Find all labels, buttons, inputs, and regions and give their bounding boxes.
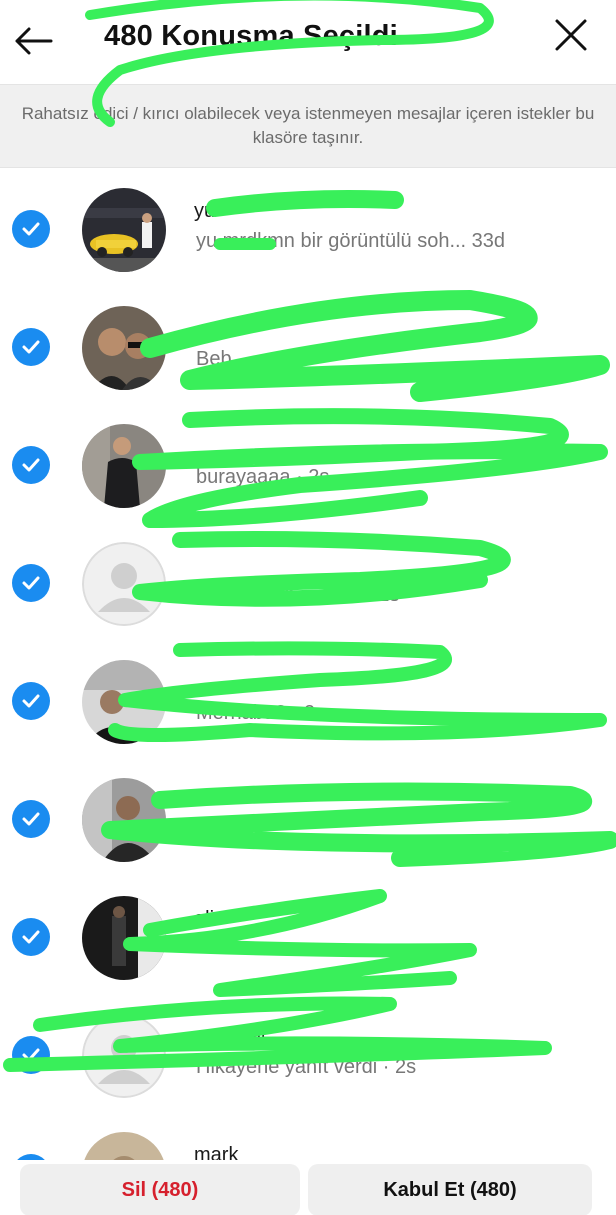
list-item[interactable]: Hadi cevap ver aw · 2s — [0, 524, 616, 642]
accept-button[interactable]: Kabul Et (480) — [308, 1164, 592, 1215]
default-avatar-icon — [82, 542, 166, 626]
selected-check[interactable] — [12, 682, 50, 720]
list-item[interactable] — [0, 760, 616, 878]
page-title: 480 Konuşma Seçildi — [104, 20, 398, 52]
conversation-preview: burayaaaa · 2s — [196, 466, 330, 488]
conversation-name: mehmet — [194, 1026, 267, 1048]
avatar — [82, 424, 166, 508]
list-item[interactable]: Beb — [0, 288, 616, 406]
close-button[interactable] — [548, 12, 594, 58]
back-button[interactable] — [10, 18, 56, 64]
list-item[interactable]: mark — [0, 1114, 616, 1160]
selected-check[interactable] — [12, 328, 50, 366]
check-icon — [22, 576, 40, 590]
arrow-left-icon — [15, 27, 53, 55]
check-icon — [22, 340, 40, 354]
list-item[interactable]: yu yu mrdkmn bir görüntülü soh... 33d — [0, 170, 616, 288]
info-banner-text: Rahatsız edici / kırıcı olabilecek veya … — [21, 104, 595, 147]
list-item[interactable]: mehmet Hikayene yanıt verdi · 2s — [0, 996, 616, 1114]
header-bar: 480 Konuşma Seçildi — [0, 0, 616, 78]
delete-button[interactable]: Sil (480) — [20, 1164, 300, 1215]
bottom-action-bar: Sil (480) Kabul Et (480) — [0, 1160, 616, 1215]
check-icon — [22, 222, 40, 236]
selected-check[interactable] — [12, 1036, 50, 1074]
check-icon — [22, 1048, 40, 1062]
selected-check[interactable] — [12, 564, 50, 602]
avatar — [82, 188, 166, 272]
message-requests-screen: 480 Konuşma Seçildi Rahatsız edici / kır… — [0, 0, 616, 1215]
selected-check[interactable] — [12, 446, 50, 484]
avatar — [82, 306, 166, 390]
check-icon — [22, 812, 40, 826]
avatar — [82, 660, 166, 744]
default-avatar-icon — [82, 1014, 166, 1098]
conversation-list[interactable]: yu yu mrdkmn bir görüntülü soh... 33d Be… — [0, 170, 616, 1160]
list-item[interactable]: burayaaaa · 2s — [0, 406, 616, 524]
check-icon — [22, 458, 40, 472]
conversation-name: ali — [194, 908, 215, 930]
conversation-name: yu — [194, 200, 216, 222]
list-item[interactable]: Merhaba? · 2s — [0, 642, 616, 760]
conversation-preview: Merhaba? · 2s — [196, 702, 325, 724]
info-banner: Rahatsız edici / kırıcı olabilecek veya … — [0, 84, 616, 168]
conversation-preview: Hikayene yanıt verdi · 2s — [196, 1056, 417, 1078]
conversation-preview: yu mrdkmn bir görüntülü soh... 33d — [196, 230, 506, 252]
selected-check[interactable] — [12, 918, 50, 956]
conversation-preview: Hadi cevap ver aw · 2s — [196, 584, 400, 606]
list-item[interactable]: ali — [0, 878, 616, 996]
conversation-preview: Beb — [196, 348, 232, 370]
close-icon — [555, 19, 587, 51]
conversation-name: mark — [194, 1144, 239, 1160]
selected-check[interactable] — [12, 210, 50, 248]
avatar — [82, 778, 166, 862]
avatar — [82, 896, 166, 980]
check-icon — [22, 930, 40, 944]
check-icon — [22, 694, 40, 708]
avatar — [82, 1132, 166, 1160]
selected-check[interactable] — [12, 800, 50, 838]
